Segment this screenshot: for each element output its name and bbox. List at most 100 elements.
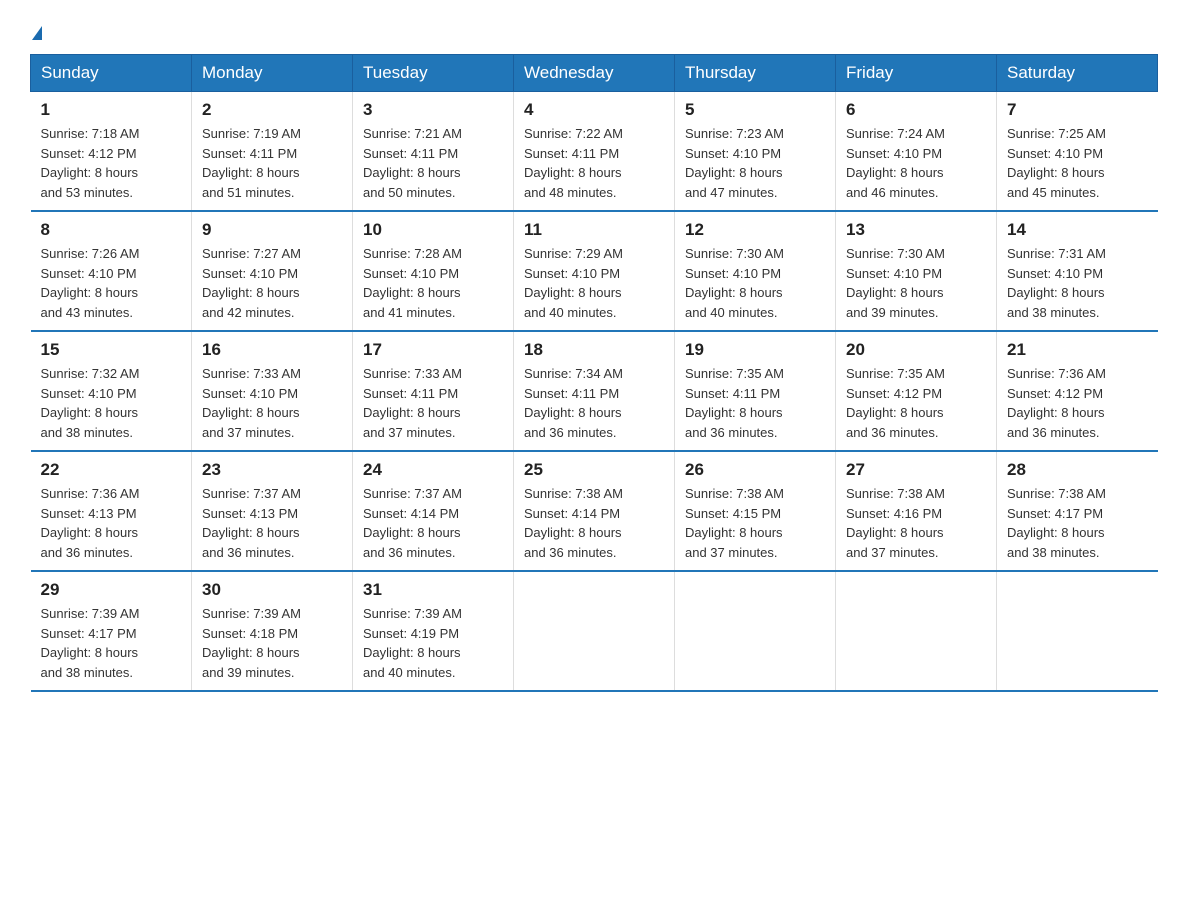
calendar-cell: 30 Sunrise: 7:39 AM Sunset: 4:18 PM Dayl… [192,571,353,691]
day-number: 30 [202,580,342,600]
day-info: Sunrise: 7:30 AM Sunset: 4:10 PM Dayligh… [846,244,986,322]
calendar-cell [675,571,836,691]
calendar-cell: 18 Sunrise: 7:34 AM Sunset: 4:11 PM Dayl… [514,331,675,451]
header-wednesday: Wednesday [514,55,675,92]
day-number: 15 [41,340,182,360]
day-info: Sunrise: 7:25 AM Sunset: 4:10 PM Dayligh… [1007,124,1148,202]
day-info: Sunrise: 7:23 AM Sunset: 4:10 PM Dayligh… [685,124,825,202]
header-saturday: Saturday [997,55,1158,92]
header-friday: Friday [836,55,997,92]
day-number: 20 [846,340,986,360]
day-number: 16 [202,340,342,360]
calendar-cell: 28 Sunrise: 7:38 AM Sunset: 4:17 PM Dayl… [997,451,1158,571]
calendar-week-3: 15 Sunrise: 7:32 AM Sunset: 4:10 PM Dayl… [31,331,1158,451]
calendar-cell: 16 Sunrise: 7:33 AM Sunset: 4:10 PM Dayl… [192,331,353,451]
calendar-cell: 22 Sunrise: 7:36 AM Sunset: 4:13 PM Dayl… [31,451,192,571]
calendar-cell: 7 Sunrise: 7:25 AM Sunset: 4:10 PM Dayli… [997,92,1158,212]
calendar-cell: 24 Sunrise: 7:37 AM Sunset: 4:14 PM Dayl… [353,451,514,571]
day-info: Sunrise: 7:39 AM Sunset: 4:17 PM Dayligh… [41,604,182,682]
calendar-cell: 8 Sunrise: 7:26 AM Sunset: 4:10 PM Dayli… [31,211,192,331]
day-info: Sunrise: 7:18 AM Sunset: 4:12 PM Dayligh… [41,124,182,202]
day-number: 5 [685,100,825,120]
calendar-cell: 27 Sunrise: 7:38 AM Sunset: 4:16 PM Dayl… [836,451,997,571]
day-info: Sunrise: 7:30 AM Sunset: 4:10 PM Dayligh… [685,244,825,322]
day-number: 17 [363,340,503,360]
page-header [30,20,1158,44]
day-number: 23 [202,460,342,480]
day-info: Sunrise: 7:27 AM Sunset: 4:10 PM Dayligh… [202,244,342,322]
day-number: 14 [1007,220,1148,240]
calendar-cell: 15 Sunrise: 7:32 AM Sunset: 4:10 PM Dayl… [31,331,192,451]
day-info: Sunrise: 7:39 AM Sunset: 4:18 PM Dayligh… [202,604,342,682]
calendar-cell: 17 Sunrise: 7:33 AM Sunset: 4:11 PM Dayl… [353,331,514,451]
day-number: 13 [846,220,986,240]
day-info: Sunrise: 7:35 AM Sunset: 4:12 PM Dayligh… [846,364,986,442]
day-number: 19 [685,340,825,360]
calendar-cell: 11 Sunrise: 7:29 AM Sunset: 4:10 PM Dayl… [514,211,675,331]
calendar-cell: 26 Sunrise: 7:38 AM Sunset: 4:15 PM Dayl… [675,451,836,571]
day-number: 28 [1007,460,1148,480]
day-info: Sunrise: 7:29 AM Sunset: 4:10 PM Dayligh… [524,244,664,322]
calendar-week-4: 22 Sunrise: 7:36 AM Sunset: 4:13 PM Dayl… [31,451,1158,571]
day-info: Sunrise: 7:32 AM Sunset: 4:10 PM Dayligh… [41,364,182,442]
day-info: Sunrise: 7:34 AM Sunset: 4:11 PM Dayligh… [524,364,664,442]
calendar-cell: 6 Sunrise: 7:24 AM Sunset: 4:10 PM Dayli… [836,92,997,212]
calendar-cell: 12 Sunrise: 7:30 AM Sunset: 4:10 PM Dayl… [675,211,836,331]
header-thursday: Thursday [675,55,836,92]
day-info: Sunrise: 7:24 AM Sunset: 4:10 PM Dayligh… [846,124,986,202]
day-number: 9 [202,220,342,240]
day-number: 11 [524,220,664,240]
logo [30,20,42,44]
day-info: Sunrise: 7:21 AM Sunset: 4:11 PM Dayligh… [363,124,503,202]
day-number: 2 [202,100,342,120]
calendar-cell: 2 Sunrise: 7:19 AM Sunset: 4:11 PM Dayli… [192,92,353,212]
logo-triangle-icon [32,26,42,40]
calendar-cell: 9 Sunrise: 7:27 AM Sunset: 4:10 PM Dayli… [192,211,353,331]
header-row: SundayMondayTuesdayWednesdayThursdayFrid… [31,55,1158,92]
day-number: 25 [524,460,664,480]
day-number: 29 [41,580,182,600]
day-info: Sunrise: 7:35 AM Sunset: 4:11 PM Dayligh… [685,364,825,442]
day-info: Sunrise: 7:26 AM Sunset: 4:10 PM Dayligh… [41,244,182,322]
calendar-cell [997,571,1158,691]
day-info: Sunrise: 7:36 AM Sunset: 4:12 PM Dayligh… [1007,364,1148,442]
day-number: 6 [846,100,986,120]
calendar-cell: 21 Sunrise: 7:36 AM Sunset: 4:12 PM Dayl… [997,331,1158,451]
calendar-week-1: 1 Sunrise: 7:18 AM Sunset: 4:12 PM Dayli… [31,92,1158,212]
calendar-cell: 1 Sunrise: 7:18 AM Sunset: 4:12 PM Dayli… [31,92,192,212]
calendar-cell [836,571,997,691]
day-number: 26 [685,460,825,480]
calendar-table: SundayMondayTuesdayWednesdayThursdayFrid… [30,54,1158,692]
header-monday: Monday [192,55,353,92]
day-info: Sunrise: 7:28 AM Sunset: 4:10 PM Dayligh… [363,244,503,322]
day-number: 10 [363,220,503,240]
day-info: Sunrise: 7:38 AM Sunset: 4:15 PM Dayligh… [685,484,825,562]
header-sunday: Sunday [31,55,192,92]
day-number: 22 [41,460,182,480]
calendar-cell: 19 Sunrise: 7:35 AM Sunset: 4:11 PM Dayl… [675,331,836,451]
day-info: Sunrise: 7:31 AM Sunset: 4:10 PM Dayligh… [1007,244,1148,322]
day-info: Sunrise: 7:36 AM Sunset: 4:13 PM Dayligh… [41,484,182,562]
day-number: 3 [363,100,503,120]
day-info: Sunrise: 7:37 AM Sunset: 4:13 PM Dayligh… [202,484,342,562]
day-info: Sunrise: 7:33 AM Sunset: 4:11 PM Dayligh… [363,364,503,442]
calendar-cell: 3 Sunrise: 7:21 AM Sunset: 4:11 PM Dayli… [353,92,514,212]
day-number: 27 [846,460,986,480]
calendar-cell: 14 Sunrise: 7:31 AM Sunset: 4:10 PM Dayl… [997,211,1158,331]
day-number: 4 [524,100,664,120]
calendar-cell: 29 Sunrise: 7:39 AM Sunset: 4:17 PM Dayl… [31,571,192,691]
day-number: 31 [363,580,503,600]
day-info: Sunrise: 7:38 AM Sunset: 4:14 PM Dayligh… [524,484,664,562]
calendar-cell: 4 Sunrise: 7:22 AM Sunset: 4:11 PM Dayli… [514,92,675,212]
calendar-week-2: 8 Sunrise: 7:26 AM Sunset: 4:10 PM Dayli… [31,211,1158,331]
day-number: 1 [41,100,182,120]
header-tuesday: Tuesday [353,55,514,92]
calendar-cell: 25 Sunrise: 7:38 AM Sunset: 4:14 PM Dayl… [514,451,675,571]
calendar-cell: 10 Sunrise: 7:28 AM Sunset: 4:10 PM Dayl… [353,211,514,331]
day-number: 7 [1007,100,1148,120]
day-number: 8 [41,220,182,240]
calendar-cell: 13 Sunrise: 7:30 AM Sunset: 4:10 PM Dayl… [836,211,997,331]
day-info: Sunrise: 7:38 AM Sunset: 4:17 PM Dayligh… [1007,484,1148,562]
calendar-body: 1 Sunrise: 7:18 AM Sunset: 4:12 PM Dayli… [31,92,1158,692]
calendar-cell: 5 Sunrise: 7:23 AM Sunset: 4:10 PM Dayli… [675,92,836,212]
